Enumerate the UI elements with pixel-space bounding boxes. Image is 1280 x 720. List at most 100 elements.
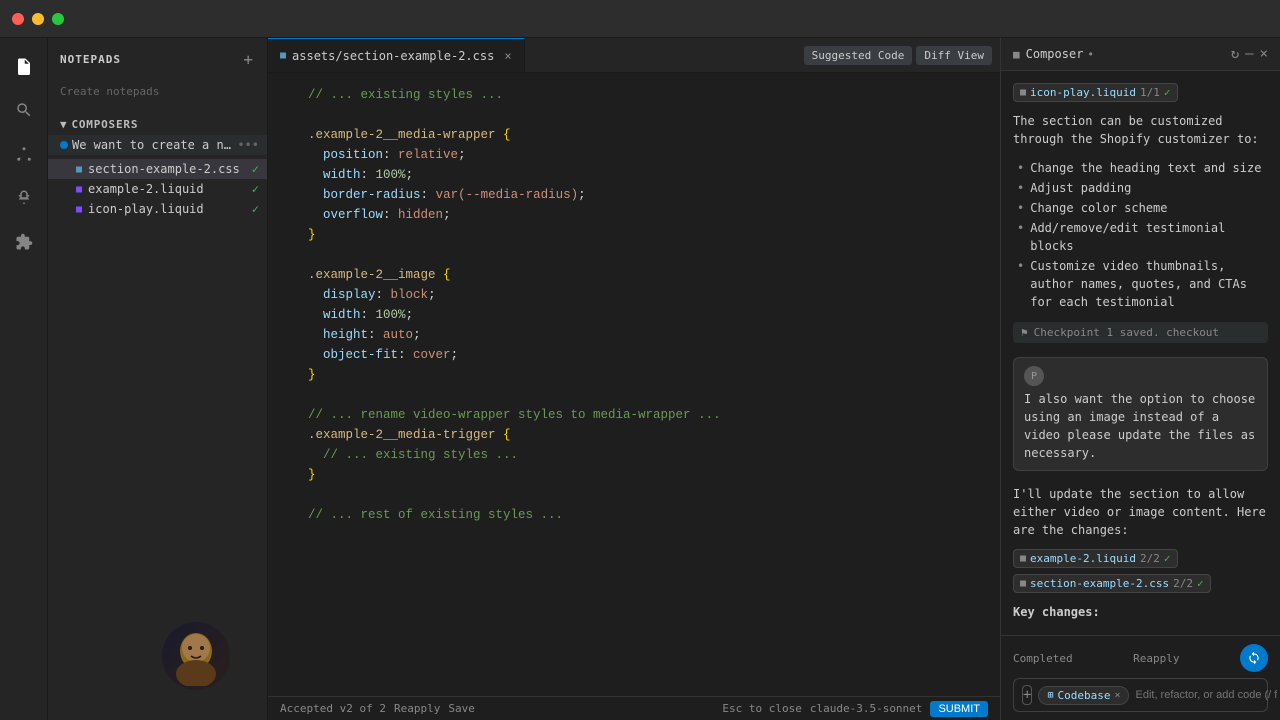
composer-panel-header: ■ Composer • ↻ — × (1001, 38, 1280, 71)
files-icon[interactable] (4, 46, 44, 86)
file-badge-example-liquid[interactable]: ■ example-2.liquid 2/2 ✓ (1013, 549, 1178, 568)
chevron-right-icon: ▼ (60, 118, 67, 131)
add-notepad-button[interactable]: + (241, 48, 255, 71)
refresh-icon[interactable]: ↻ (1231, 46, 1239, 62)
code-line: width: 100%; (268, 165, 1000, 185)
composer-dot-indicator: • (1087, 48, 1094, 61)
add-context-button[interactable]: + (1022, 685, 1032, 705)
code-line: } (268, 365, 1000, 385)
file-item-liquid1[interactable]: ■ example-2.liquid ✓ (48, 179, 267, 199)
accepted-status: Accepted v2 of 2 (280, 702, 386, 715)
reapply-button[interactable]: Reapply (394, 702, 440, 715)
user-message-bubble: P I also want the option to choose using… (1013, 357, 1268, 471)
liquid-file-icon-1: ■ (76, 184, 82, 195)
composer-header-actions: ↻ — × (1231, 46, 1268, 62)
code-line: // ... existing styles ... (268, 445, 1000, 465)
file-item-css[interactable]: ■ section-example-2.css ✓ (48, 159, 267, 179)
code-editor: // ... existing styles ... .example-2__m… (268, 73, 1000, 696)
check-icon-liquid1: ✓ (252, 182, 259, 196)
minimize-button[interactable] (32, 13, 44, 25)
composer-input[interactable] (1135, 689, 1277, 701)
file-badge-section-css[interactable]: ■ section-example-2.css 2/2 ✓ (1013, 574, 1211, 593)
bullet-item-1: • Change the heading text and size (1017, 158, 1268, 178)
key-changes-title: Key changes: (1013, 603, 1268, 621)
file-item-liquid2[interactable]: ■ icon-play.liquid ✓ (48, 199, 267, 219)
codebase-tag-close[interactable]: × (1114, 690, 1120, 701)
extensions-icon[interactable] (4, 222, 44, 262)
save-button[interactable]: Save (448, 702, 475, 715)
bullet-item-2: • Adjust padding (1017, 178, 1268, 198)
check-icon-css: ✓ (252, 162, 259, 176)
composer-header-title: Composer • (1026, 47, 1225, 61)
composer-item[interactable]: We want to create a new section ... ••• (48, 135, 267, 155)
suggested-code-button[interactable]: Suggested Code (804, 46, 913, 65)
badge-check-1: ✓ (1164, 86, 1171, 99)
maximize-button[interactable] (52, 13, 64, 25)
model-label: claude-3.5-sonnet (810, 702, 923, 715)
git-icon[interactable] (4, 134, 44, 174)
composer-footer: Completed Reapply + ⊞ Codebase × (1001, 635, 1280, 720)
composer-dot (60, 141, 68, 149)
window-chrome (0, 0, 1280, 38)
bullet-item-4: • Add/remove/edit testimonial blocks (1017, 218, 1268, 256)
code-line: // ... rest of existing styles ... (268, 505, 1000, 525)
codebase-tag[interactable]: ⊞ Codebase × (1038, 686, 1129, 705)
minimize-icon[interactable]: — (1245, 46, 1253, 62)
tab-bar: ■ assets/section-example-2.css × Suggest… (268, 38, 1000, 73)
liquid-file-icon-2: ■ (76, 204, 82, 215)
code-line: position: relative; (268, 145, 1000, 165)
editor-area: ■ assets/section-example-2.css × Suggest… (268, 38, 1000, 720)
code-line: // ... existing styles ... (268, 85, 1000, 105)
bottom-bar: Accepted v2 of 2 Reapply Save Esc to clo… (268, 696, 1000, 720)
code-line: .example-2__media-trigger { (268, 425, 1000, 445)
user-bubble-header: P (1024, 366, 1257, 386)
active-tab-label: assets/section-example-2.css (292, 49, 494, 63)
check-icon-liquid2: ✓ (252, 202, 259, 216)
composer-response-text: I'll update the section to allow either … (1013, 485, 1268, 539)
sidebar-header: NOTEPADS + (48, 38, 267, 77)
code-line: height: auto; (268, 325, 1000, 345)
code-line: width: 100%; (268, 305, 1000, 325)
debug-icon[interactable] (4, 178, 44, 218)
bullet-item-5: • Customize video thumbnails, author nam… (1017, 256, 1268, 312)
composers-section: ▼ COMPOSERS We want to create a new sect… (48, 114, 267, 155)
checkpoint-bar: ⚑ Checkpoint 1 saved. checkout (1013, 322, 1268, 343)
bottom-actions-right: Esc to close claude-3.5-sonnet SUBMIT (722, 701, 988, 717)
composer-options-icon: ••• (237, 138, 259, 152)
submit-button[interactable]: SUBMIT (930, 701, 988, 717)
code-line: object-fit: cover; (268, 345, 1000, 365)
tab-buttons: Suggested Code Diff View (796, 46, 1000, 65)
esc-hint: Esc to close (722, 702, 801, 715)
spinner-button[interactable] (1240, 644, 1268, 672)
diff-view-button[interactable]: Diff View (916, 46, 992, 65)
code-line (268, 105, 1000, 125)
app-layout: NOTEPADS + Create notepads ▼ COMPOSERS W… (0, 38, 1280, 720)
code-line: display: block; (268, 285, 1000, 305)
code-line: overflow: hidden; (268, 205, 1000, 225)
code-line: } (268, 465, 1000, 485)
bullet-item-3: • Change color scheme (1017, 198, 1268, 218)
close-composer-icon[interactable]: × (1260, 46, 1268, 62)
user-avatar (162, 622, 230, 690)
active-tab[interactable]: ■ assets/section-example-2.css × (268, 38, 525, 73)
files-section: ■ section-example-2.css ✓ ■ example-2.li… (48, 159, 267, 219)
close-button[interactable] (12, 13, 24, 25)
completed-status: Completed (1013, 652, 1073, 665)
reapply-footer-button[interactable]: Reapply (1133, 652, 1179, 665)
checkpoint-icon: ⚑ (1021, 326, 1028, 339)
file-badge-icon-play[interactable]: ■ icon-play.liquid 1/1 ✓ (1013, 83, 1178, 102)
code-line: .example-2__image { (268, 265, 1000, 285)
composers-label: ▼ COMPOSERS (48, 114, 267, 135)
tab-file-icon: ■ (280, 50, 286, 61)
search-icon[interactable] (4, 90, 44, 130)
codebase-icon: ⊞ (1047, 690, 1053, 701)
code-line: .example-2__media-wrapper { (268, 125, 1000, 145)
composer-item-label: We want to create a new section ... (72, 138, 233, 152)
activity-bar (0, 38, 48, 720)
create-notepads-link[interactable]: Create notepads (48, 77, 267, 106)
badge-check-2: ✓ (1164, 552, 1171, 565)
badge-check-3: ✓ (1197, 577, 1204, 590)
composer-bullet-list: • Change the heading text and size • Adj… (1013, 158, 1268, 312)
tab-close-icon[interactable]: × (504, 49, 511, 63)
bottom-actions-left: Accepted v2 of 2 Reapply Save (280, 702, 475, 715)
